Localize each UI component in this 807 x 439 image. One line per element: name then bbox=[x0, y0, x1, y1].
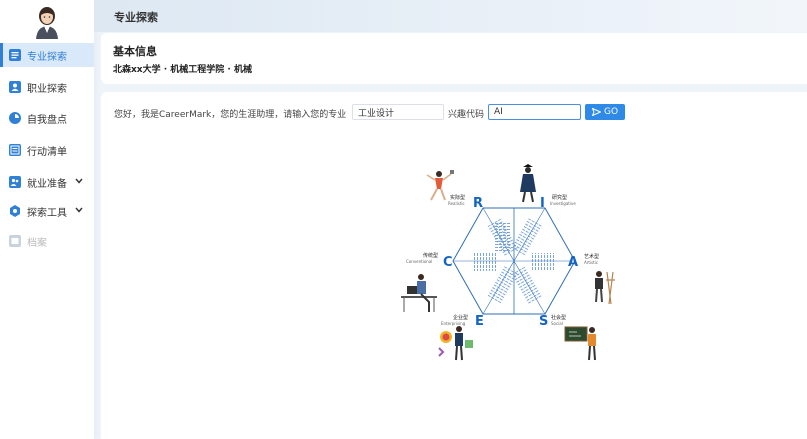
page-title: 专业探索 bbox=[114, 11, 158, 24]
send-icon bbox=[591, 108, 601, 116]
sidebar-item-label: 职业探索 bbox=[27, 84, 67, 95]
holland-hexagon-diagram: R I A S E C 实际型 Realistic 研究型 Investigat… bbox=[401, 164, 615, 361]
holland-letter-a: A bbox=[568, 255, 578, 270]
go-label: GO bbox=[603, 107, 619, 117]
top-bar: 专业探索 bbox=[94, 0, 807, 32]
investigative-figure-illustration bbox=[520, 164, 536, 203]
sidebar-item-label: 档案 bbox=[27, 238, 47, 249]
type-label-en: Artistic bbox=[584, 260, 598, 265]
basic-info-card: 基本信息 北森xx大学 · 机械工程学院 · 机械 bbox=[101, 33, 807, 84]
chevron-down-icon[interactable] bbox=[75, 207, 83, 213]
interest-code-input[interactable]: AI bbox=[488, 104, 581, 120]
sidebar-item-self-review[interactable]: 自我盘点 bbox=[0, 106, 94, 130]
chart-icon bbox=[9, 112, 21, 124]
major-input[interactable]: 工业设计 bbox=[352, 104, 444, 120]
holland-letter-s: S bbox=[539, 314, 548, 329]
sidebar-item-career-explore[interactable]: 职业探索 bbox=[0, 75, 94, 99]
type-label-cn: 传统型 bbox=[423, 252, 438, 259]
type-label-cn: 社会型 bbox=[551, 314, 566, 321]
type-label-cn: 研究型 bbox=[552, 194, 567, 201]
sidebar-item-major-explore[interactable]: 专业探索 bbox=[0, 43, 94, 67]
sidebar-item-label: 行动清单 bbox=[27, 147, 67, 158]
sidebar-item-action-list[interactable]: 行动清单 bbox=[0, 138, 94, 162]
type-label-en: Conventional bbox=[406, 259, 432, 264]
type-label-en: Enterprising bbox=[441, 321, 466, 326]
holland-letter-e: E bbox=[475, 314, 484, 329]
info-subtitle: 北森xx大学 · 机械工程学院 · 机械 bbox=[113, 65, 252, 75]
type-label-cn: 实际型 bbox=[450, 194, 465, 201]
major-input-value: 工业设计 bbox=[358, 108, 395, 119]
sidebar-item-label: 自我盘点 bbox=[27, 115, 67, 126]
holland-letter-i: I bbox=[540, 196, 545, 211]
sidebar-item-label: 就业准备 bbox=[27, 179, 67, 190]
conventional-figure-illustration bbox=[401, 274, 437, 312]
chevron-down-icon[interactable] bbox=[75, 178, 83, 184]
holland-letter-r: R bbox=[473, 196, 483, 211]
type-label-cn: 艺术型 bbox=[584, 253, 599, 260]
sidebar-item-archive: 档案 bbox=[0, 229, 94, 253]
user-group-icon bbox=[9, 176, 21, 188]
sidebar-item-explore-tools[interactable]: 探索工具 bbox=[0, 199, 94, 223]
type-label-cn: 企业型 bbox=[453, 314, 468, 321]
assistant-prompt: 您好，我是CareerMark，您的生涯助理，请输入您的专业 bbox=[114, 110, 347, 120]
list-icon bbox=[9, 144, 21, 156]
avatar[interactable] bbox=[33, 5, 61, 39]
sidebar: 专业探索 职业探索 自我盘点 行动清单 就业准备 探索工具 档案 bbox=[0, 0, 94, 439]
artistic-figure-illustration bbox=[595, 271, 615, 305]
interest-code-label: 兴趣代码 bbox=[448, 110, 485, 120]
gear-icon bbox=[10, 205, 20, 217]
social-figure-illustration bbox=[564, 326, 596, 361]
go-button[interactable]: GO bbox=[585, 104, 625, 120]
type-label-en: Investigative bbox=[550, 201, 576, 206]
type-label-en: Social bbox=[551, 321, 563, 326]
person-icon bbox=[9, 81, 21, 93]
sidebar-item-label: 专业探索 bbox=[27, 52, 67, 63]
enterprising-figure-illustration bbox=[438, 326, 473, 361]
type-label-en: Realistic bbox=[448, 201, 465, 206]
grid-icon bbox=[9, 49, 21, 61]
holland-letter-c: C bbox=[443, 255, 453, 270]
sidebar-item-label: 探索工具 bbox=[27, 208, 67, 219]
info-title: 基本信息 bbox=[113, 45, 157, 58]
sidebar-item-job-prep[interactable]: 就业准备 bbox=[0, 170, 94, 194]
explore-card: 您好，我是CareerMark，您的生涯助理，请输入您的专业 工业设计 兴趣代码… bbox=[101, 92, 807, 439]
interest-code-value: AI bbox=[494, 107, 503, 117]
folder-icon bbox=[9, 235, 21, 247]
